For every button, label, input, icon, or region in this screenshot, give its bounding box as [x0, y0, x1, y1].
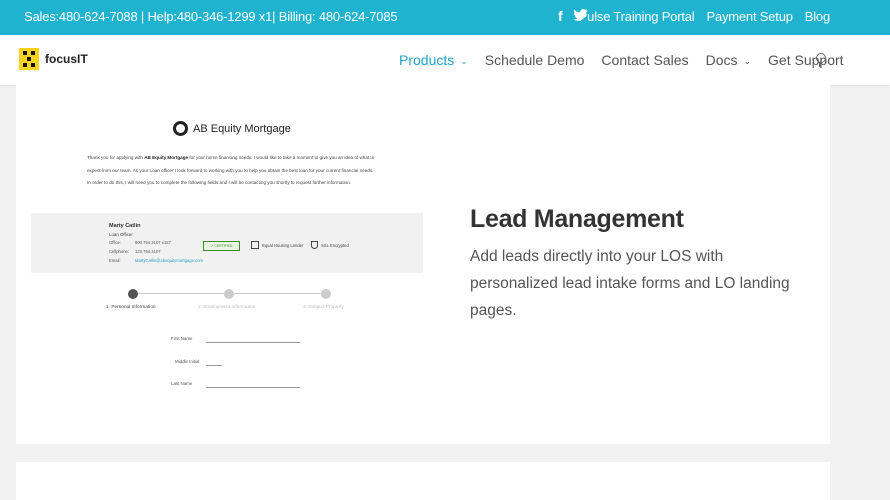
logo-icon	[19, 48, 39, 70]
logo-text: focusIT	[45, 52, 88, 66]
form-progress-steps: 1. Personal Information 2. Employment In…	[31, 284, 423, 314]
preview-header: AB Equity Mortgage	[173, 121, 291, 136]
top-links: Pulse Training Portal Payment Setup Blog	[579, 9, 830, 24]
main-nav: focusIT Products ⌄ Schedule Demo Contact…	[0, 35, 890, 85]
middle-initial-field: Middle Initial	[175, 359, 222, 366]
feature-description: Add leads directly into your LOS with pe…	[470, 248, 790, 319]
ssl-badge: SSL Encrypted	[311, 241, 349, 249]
top-bar: Sales:480-624-7088 | Help:480-346-1299 x…	[0, 0, 890, 35]
feature-title: Lead Management	[470, 205, 684, 233]
nav-item-label: Get Support	[768, 52, 844, 68]
shield-icon	[311, 241, 318, 249]
next-section	[16, 462, 830, 500]
logo[interactable]: focusIT	[19, 48, 88, 70]
loan-officer-card: Marty Catlin Loan Officer Office: 800.75…	[31, 213, 423, 273]
facebook-icon[interactable]: f	[558, 8, 563, 24]
pulse-training-portal-link[interactable]: Pulse Training Portal	[579, 9, 695, 24]
officer-cellphone: Cellphone: 123.754.3107	[109, 249, 161, 254]
chevron-down-icon: ⌄	[743, 55, 752, 66]
brand-logo-icon	[173, 121, 188, 136]
step-dot	[224, 289, 234, 299]
nav-item-get-support[interactable]: Get Support	[768, 52, 844, 68]
lead-form-preview: AB Equity Mortgage Thank you for applyin…	[31, 106, 423, 399]
nav-item-docs[interactable]: Docs ⌄	[706, 52, 751, 68]
nav-item-products[interactable]: Products ⌄	[399, 52, 468, 68]
preview-brand: AB Equity Mortgage	[193, 122, 291, 135]
chevron-down-icon: ⌄	[460, 55, 468, 66]
last-name-field: Last Name	[171, 381, 300, 388]
preview-intro: Thank you for applying with AB Equity Mo…	[87, 155, 375, 185]
officer-title: Loan Officer	[109, 232, 133, 237]
equal-housing-badge: Equal Housing Lender	[251, 241, 303, 249]
nav-menu: Products ⌄ Schedule Demo Contact Sales D…	[399, 52, 861, 68]
contact-numbers: Sales:480-624-7088 | Help:480-346-1299 x…	[24, 9, 398, 24]
house-icon	[251, 241, 259, 249]
step-dot	[128, 289, 138, 299]
nav-item-schedule-demo[interactable]: Schedule Demo	[485, 52, 585, 68]
officer-email: Email: MartyCatlin@abequitymortgage.com	[109, 258, 204, 263]
nav-item-contact-sales[interactable]: Contact Sales	[601, 52, 688, 68]
officer-office: Office: 800.754.3107 x157	[109, 240, 171, 245]
officer-name: Marty Catlin	[109, 223, 141, 229]
step-label: 3. Subject Property	[303, 305, 344, 310]
certified-badge: ✓ CERTIFIED	[203, 241, 240, 251]
nav-item-label: Docs	[705, 52, 738, 68]
step-label: 2. Employment Information	[198, 305, 256, 310]
nav-item-label: Contact Sales	[601, 52, 689, 68]
nav-item-label: Schedule Demo	[484, 52, 585, 68]
blog-link[interactable]: Blog	[805, 9, 830, 24]
search-icon[interactable]	[815, 52, 829, 68]
step-dot	[321, 289, 331, 299]
nav-item-label: Products	[399, 52, 455, 68]
first-name-field: First Name	[171, 336, 300, 343]
payment-setup-link[interactable]: Payment Setup	[706, 9, 792, 24]
step-label: 1. Personal Information	[106, 305, 156, 310]
